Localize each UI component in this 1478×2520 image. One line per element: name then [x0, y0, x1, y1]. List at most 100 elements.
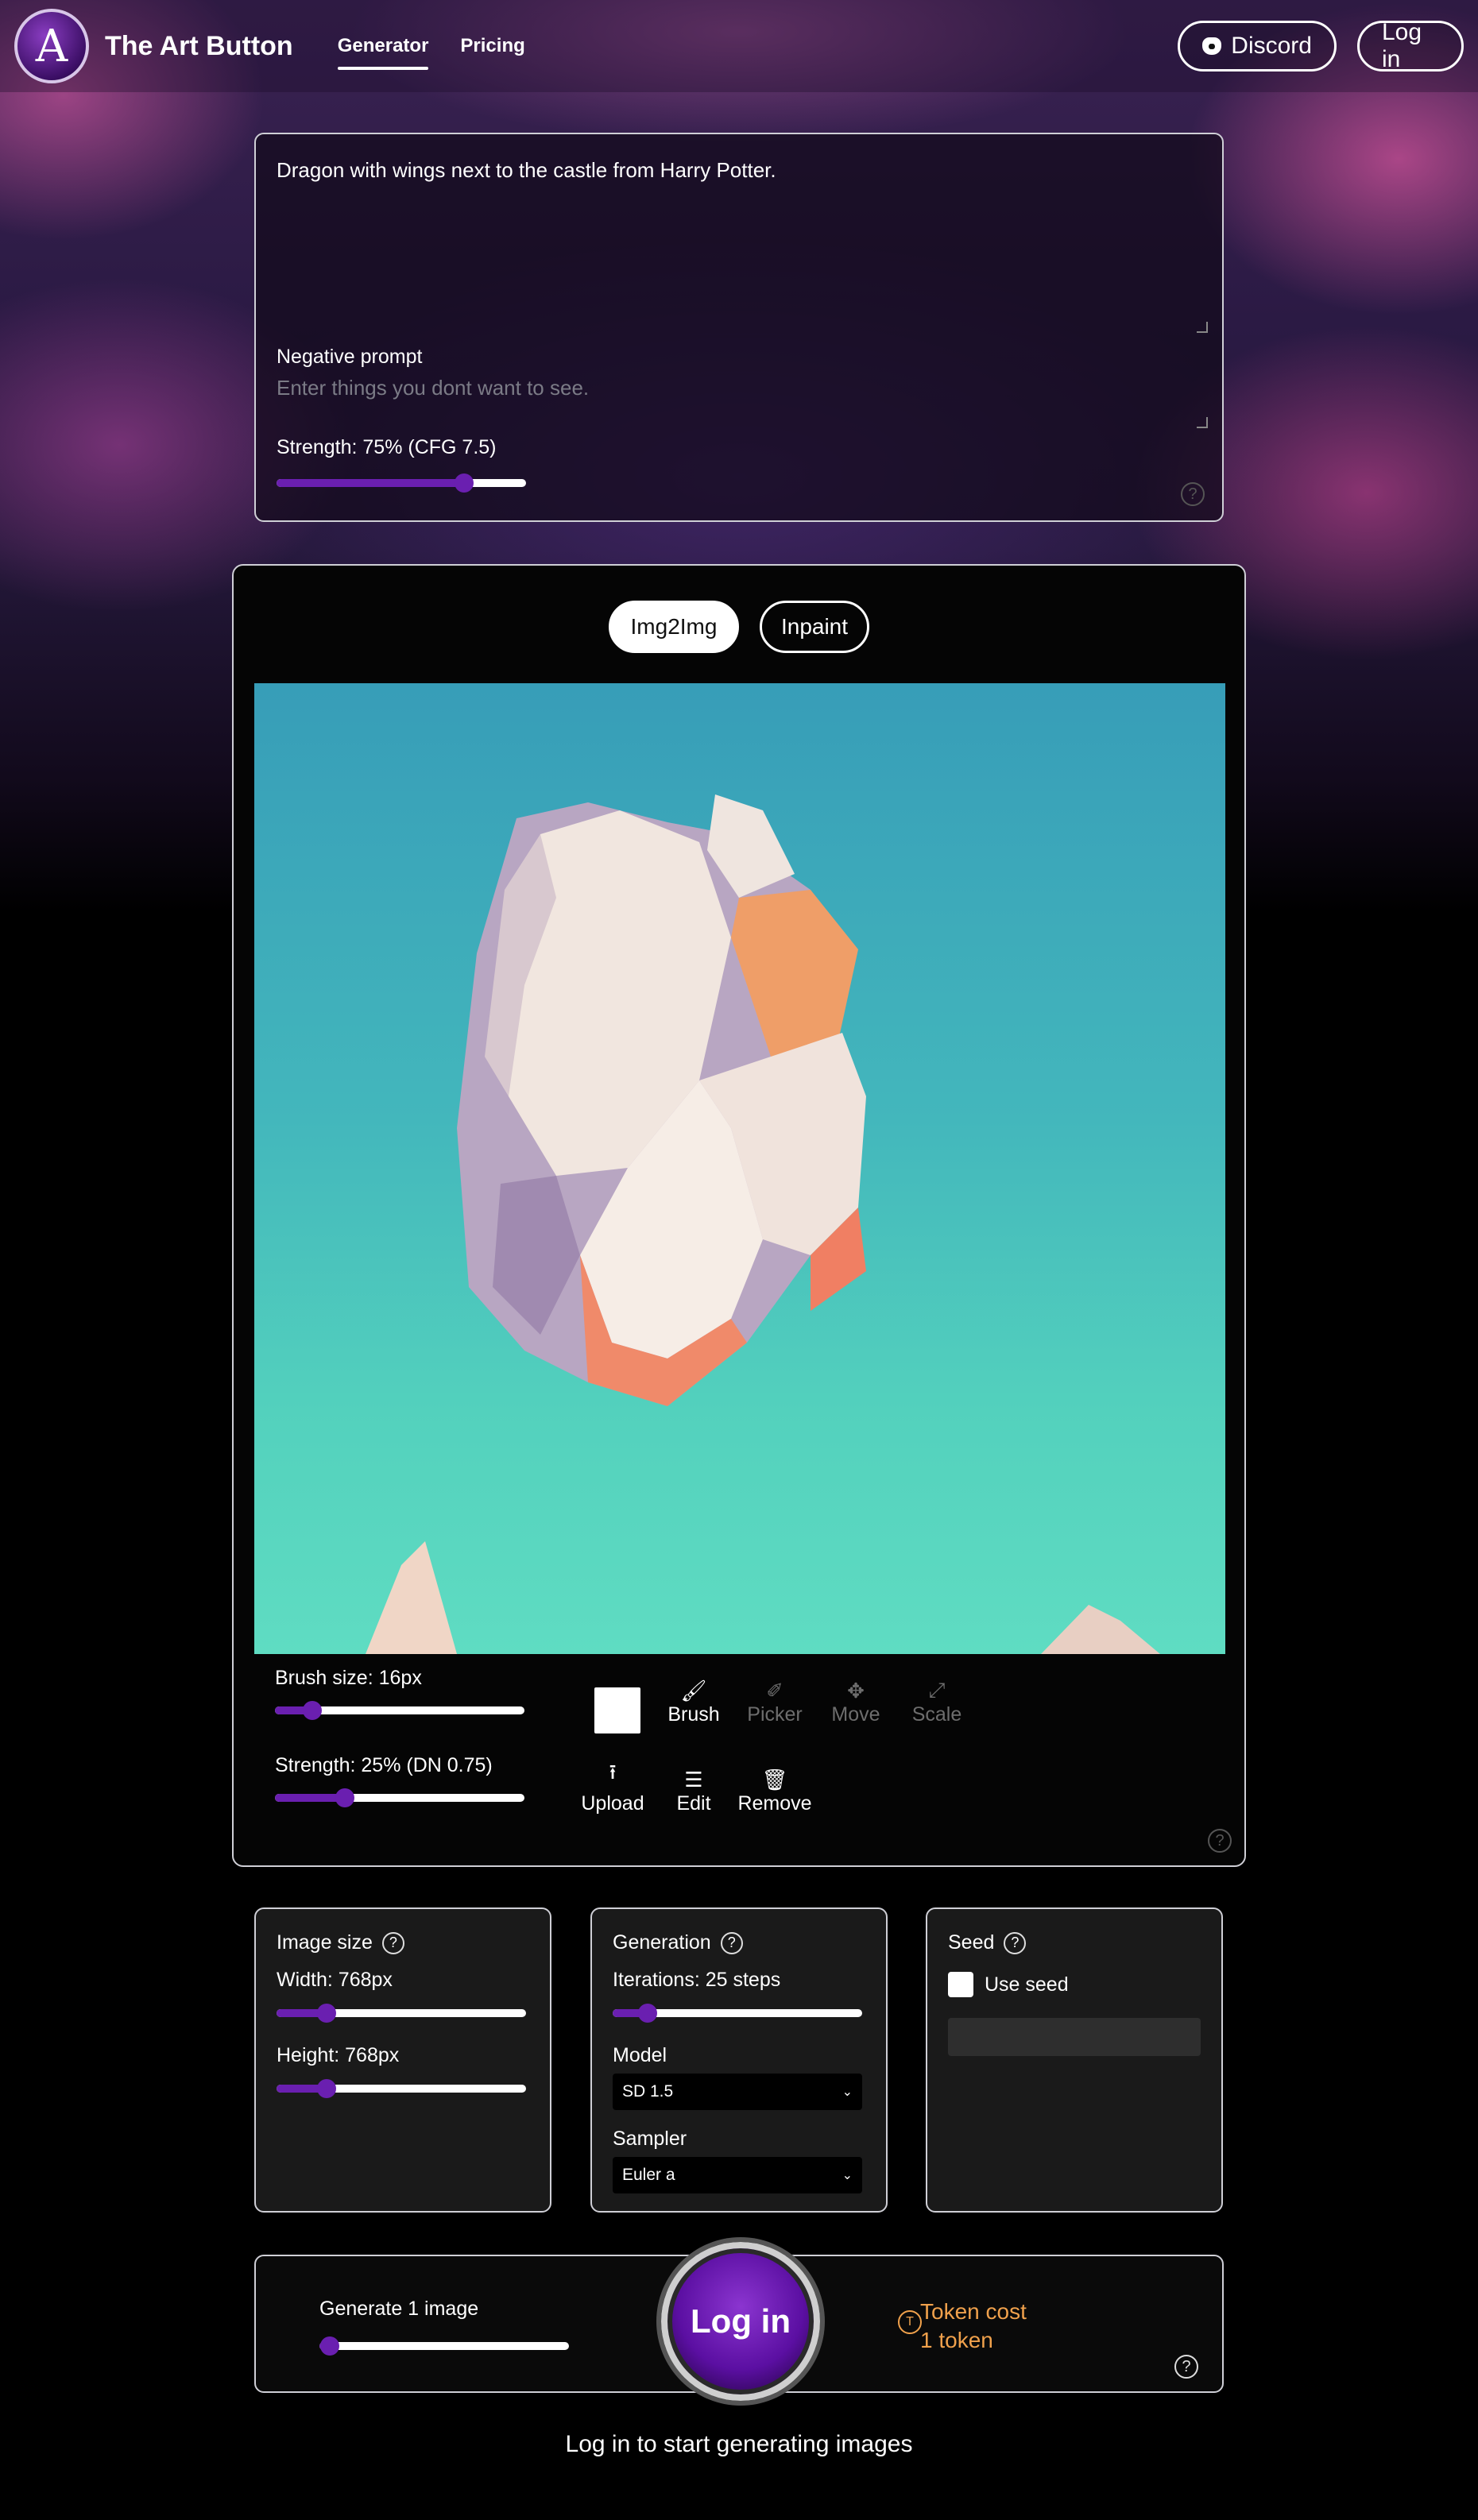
slider-thumb[interactable]	[335, 1788, 354, 1807]
iterations-slider[interactable]	[613, 2004, 862, 2023]
seed-title-text: Seed	[948, 1931, 995, 1954]
image-size-title: Image size ?	[277, 1931, 529, 1954]
nav-pricing[interactable]: Pricing	[460, 29, 524, 64]
picker-icon: ✐	[766, 1679, 783, 1703]
header: A The Art Button Generator Pricing Disco…	[0, 0, 1478, 92]
brush-icon: 🖌︎	[680, 1679, 707, 1703]
model-select[interactable]: SD 1.5 ⌄	[613, 2074, 862, 2110]
prompt-help-icon[interactable]: ?	[1181, 482, 1205, 506]
token-icon: T	[898, 2310, 922, 2334]
generation-title-text: Generation	[613, 1931, 711, 1954]
image-editor-panel: Img2Img Inpaint Brush size: 16px Strengt…	[232, 564, 1246, 1867]
negative-prompt-input[interactable]: Enter things you dont want to see.	[277, 376, 589, 400]
brush-size-slider[interactable]	[275, 1701, 524, 1720]
edit-icon: ☰	[684, 1768, 703, 1791]
use-seed-row: Use seed	[948, 1972, 1201, 1997]
upload-icon: ⭱	[609, 1760, 617, 1784]
negative-prompt-resize-handle[interactable]	[1197, 417, 1208, 428]
logo[interactable]: A	[14, 9, 89, 83]
remove-label: Remove	[737, 1792, 812, 1815]
discord-label: Discord	[1231, 33, 1312, 59]
sampler-select-value: Euler a	[622, 2166, 675, 2184]
prompt-strength-label: Strength: 75% (CFG 7.5)	[277, 436, 497, 458]
model-select-value: SD 1.5	[622, 2082, 674, 2101]
move-icon: ✥	[847, 1679, 865, 1703]
prompt-panel: Dragon with wings next to the castle fro…	[254, 133, 1224, 522]
generation-card: Generation ? Iterations: 25 steps Model …	[590, 1907, 888, 2213]
upload-label: Upload	[581, 1792, 644, 1815]
tool-move-label: Move	[831, 1703, 880, 1726]
generate-count-slider[interactable]	[319, 2336, 569, 2356]
seed-card: Seed ? Use seed	[926, 1907, 1223, 2213]
seed-help-icon[interactable]: ?	[1004, 1931, 1027, 1954]
logo-letter: A	[35, 20, 68, 72]
generate-panel: Generate 1 image Log in T Token cost 1 t…	[254, 2242, 1224, 2401]
generate-help-icon[interactable]: ?	[1174, 2355, 1198, 2379]
editor-toolbar: Brush size: 16px Strength: 25% (DN 0.75)…	[254, 1667, 1224, 1842]
tool-picker[interactable]: ✐ Picker	[731, 1676, 818, 1726]
seed-title: Seed ?	[948, 1931, 1201, 1954]
slider-thumb[interactable]	[454, 473, 474, 493]
slider-thumb[interactable]	[316, 2079, 336, 2098]
height-label: Height: 768px	[277, 2044, 400, 2066]
slider-fill	[277, 479, 464, 487]
main-nav: Generator Pricing	[337, 29, 525, 70]
token-cost: Token cost 1 token	[920, 2298, 1027, 2355]
tool-move[interactable]: ✥ Move	[812, 1676, 900, 1726]
image-size-card: Image size ? Width: 768px Height: 768px	[254, 1907, 551, 2213]
discord-icon	[1202, 37, 1222, 55]
mode-tabs: Img2Img Inpaint	[234, 601, 1244, 653]
brush-color-swatch[interactable]	[594, 1687, 640, 1733]
token-cost-value: 1 token	[920, 2328, 993, 2352]
generate-login-button[interactable]: Log in	[661, 2242, 820, 2401]
header-actions: Discord Log in	[1178, 19, 1464, 72]
scale-icon: ⤢	[928, 1678, 946, 1702]
nav-generator[interactable]: Generator	[337, 29, 428, 70]
prompt-resize-handle[interactable]	[1197, 322, 1208, 333]
slider-thumb[interactable]	[303, 1701, 323, 1720]
height-slider[interactable]	[277, 2079, 526, 2098]
generation-title: Generation ?	[613, 1931, 865, 1954]
edit-strength-label: Strength: 25% (DN 0.75)	[275, 1754, 493, 1776]
image-canvas[interactable]	[254, 683, 1225, 1654]
tool-brush[interactable]: 🖌︎ Brush	[650, 1676, 737, 1726]
tab-inpaint[interactable]: Inpaint	[760, 601, 869, 653]
slider-thumb[interactable]	[319, 2336, 339, 2356]
generation-help-icon[interactable]: ?	[720, 1931, 743, 1954]
image-size-title-text: Image size	[277, 1931, 373, 1954]
slider-fill	[275, 1794, 345, 1802]
trash-icon: 🗑︎	[761, 1768, 788, 1791]
use-seed-checkbox[interactable]	[948, 1972, 973, 1997]
discord-button[interactable]: Discord	[1178, 21, 1337, 72]
width-label: Width: 768px	[277, 1969, 393, 1991]
remove-button[interactable]: 🗑︎ Remove	[731, 1765, 818, 1815]
image-size-help-icon[interactable]: ?	[381, 1931, 404, 1954]
brand-name[interactable]: The Art Button	[105, 31, 293, 62]
seed-input[interactable]	[948, 2018, 1201, 2056]
editor-help-icon[interactable]: ?	[1208, 1829, 1232, 1853]
use-seed-label[interactable]: Use seed	[985, 1973, 1069, 1996]
sampler-label: Sampler	[613, 2128, 687, 2150]
login-button[interactable]: Log in	[1357, 19, 1464, 72]
sampler-select[interactable]: Euler a ⌄	[613, 2157, 862, 2193]
prompt-input[interactable]: Dragon with wings next to the castle fro…	[277, 158, 1201, 183]
edit-button[interactable]: ☰ Edit	[650, 1765, 737, 1815]
tool-scale[interactable]: ⤢ Scale	[893, 1676, 981, 1726]
brush-size-label: Brush size: 16px	[275, 1667, 422, 1689]
floating-rock-image	[366, 794, 1160, 1654]
edit-strength-slider[interactable]	[275, 1788, 524, 1807]
negative-prompt-label: Negative prompt	[277, 346, 423, 368]
width-slider[interactable]	[277, 2004, 526, 2023]
tool-scale-label: Scale	[911, 1703, 962, 1726]
upload-button[interactable]: ⭱ Upload	[569, 1760, 656, 1815]
edit-label: Edit	[676, 1792, 711, 1815]
login-note: Log in to start generating images	[565, 2431, 913, 2457]
token-cost-label: Token cost	[920, 2299, 1027, 2324]
model-label: Model	[613, 2044, 667, 2066]
prompt-strength-slider[interactable]	[277, 473, 526, 493]
tab-img2img[interactable]: Img2Img	[609, 601, 739, 653]
slider-thumb[interactable]	[637, 2004, 657, 2023]
tool-brush-label: Brush	[667, 1703, 720, 1726]
slider-thumb[interactable]	[316, 2004, 336, 2023]
chevron-down-icon: ⌄	[842, 2085, 853, 2099]
